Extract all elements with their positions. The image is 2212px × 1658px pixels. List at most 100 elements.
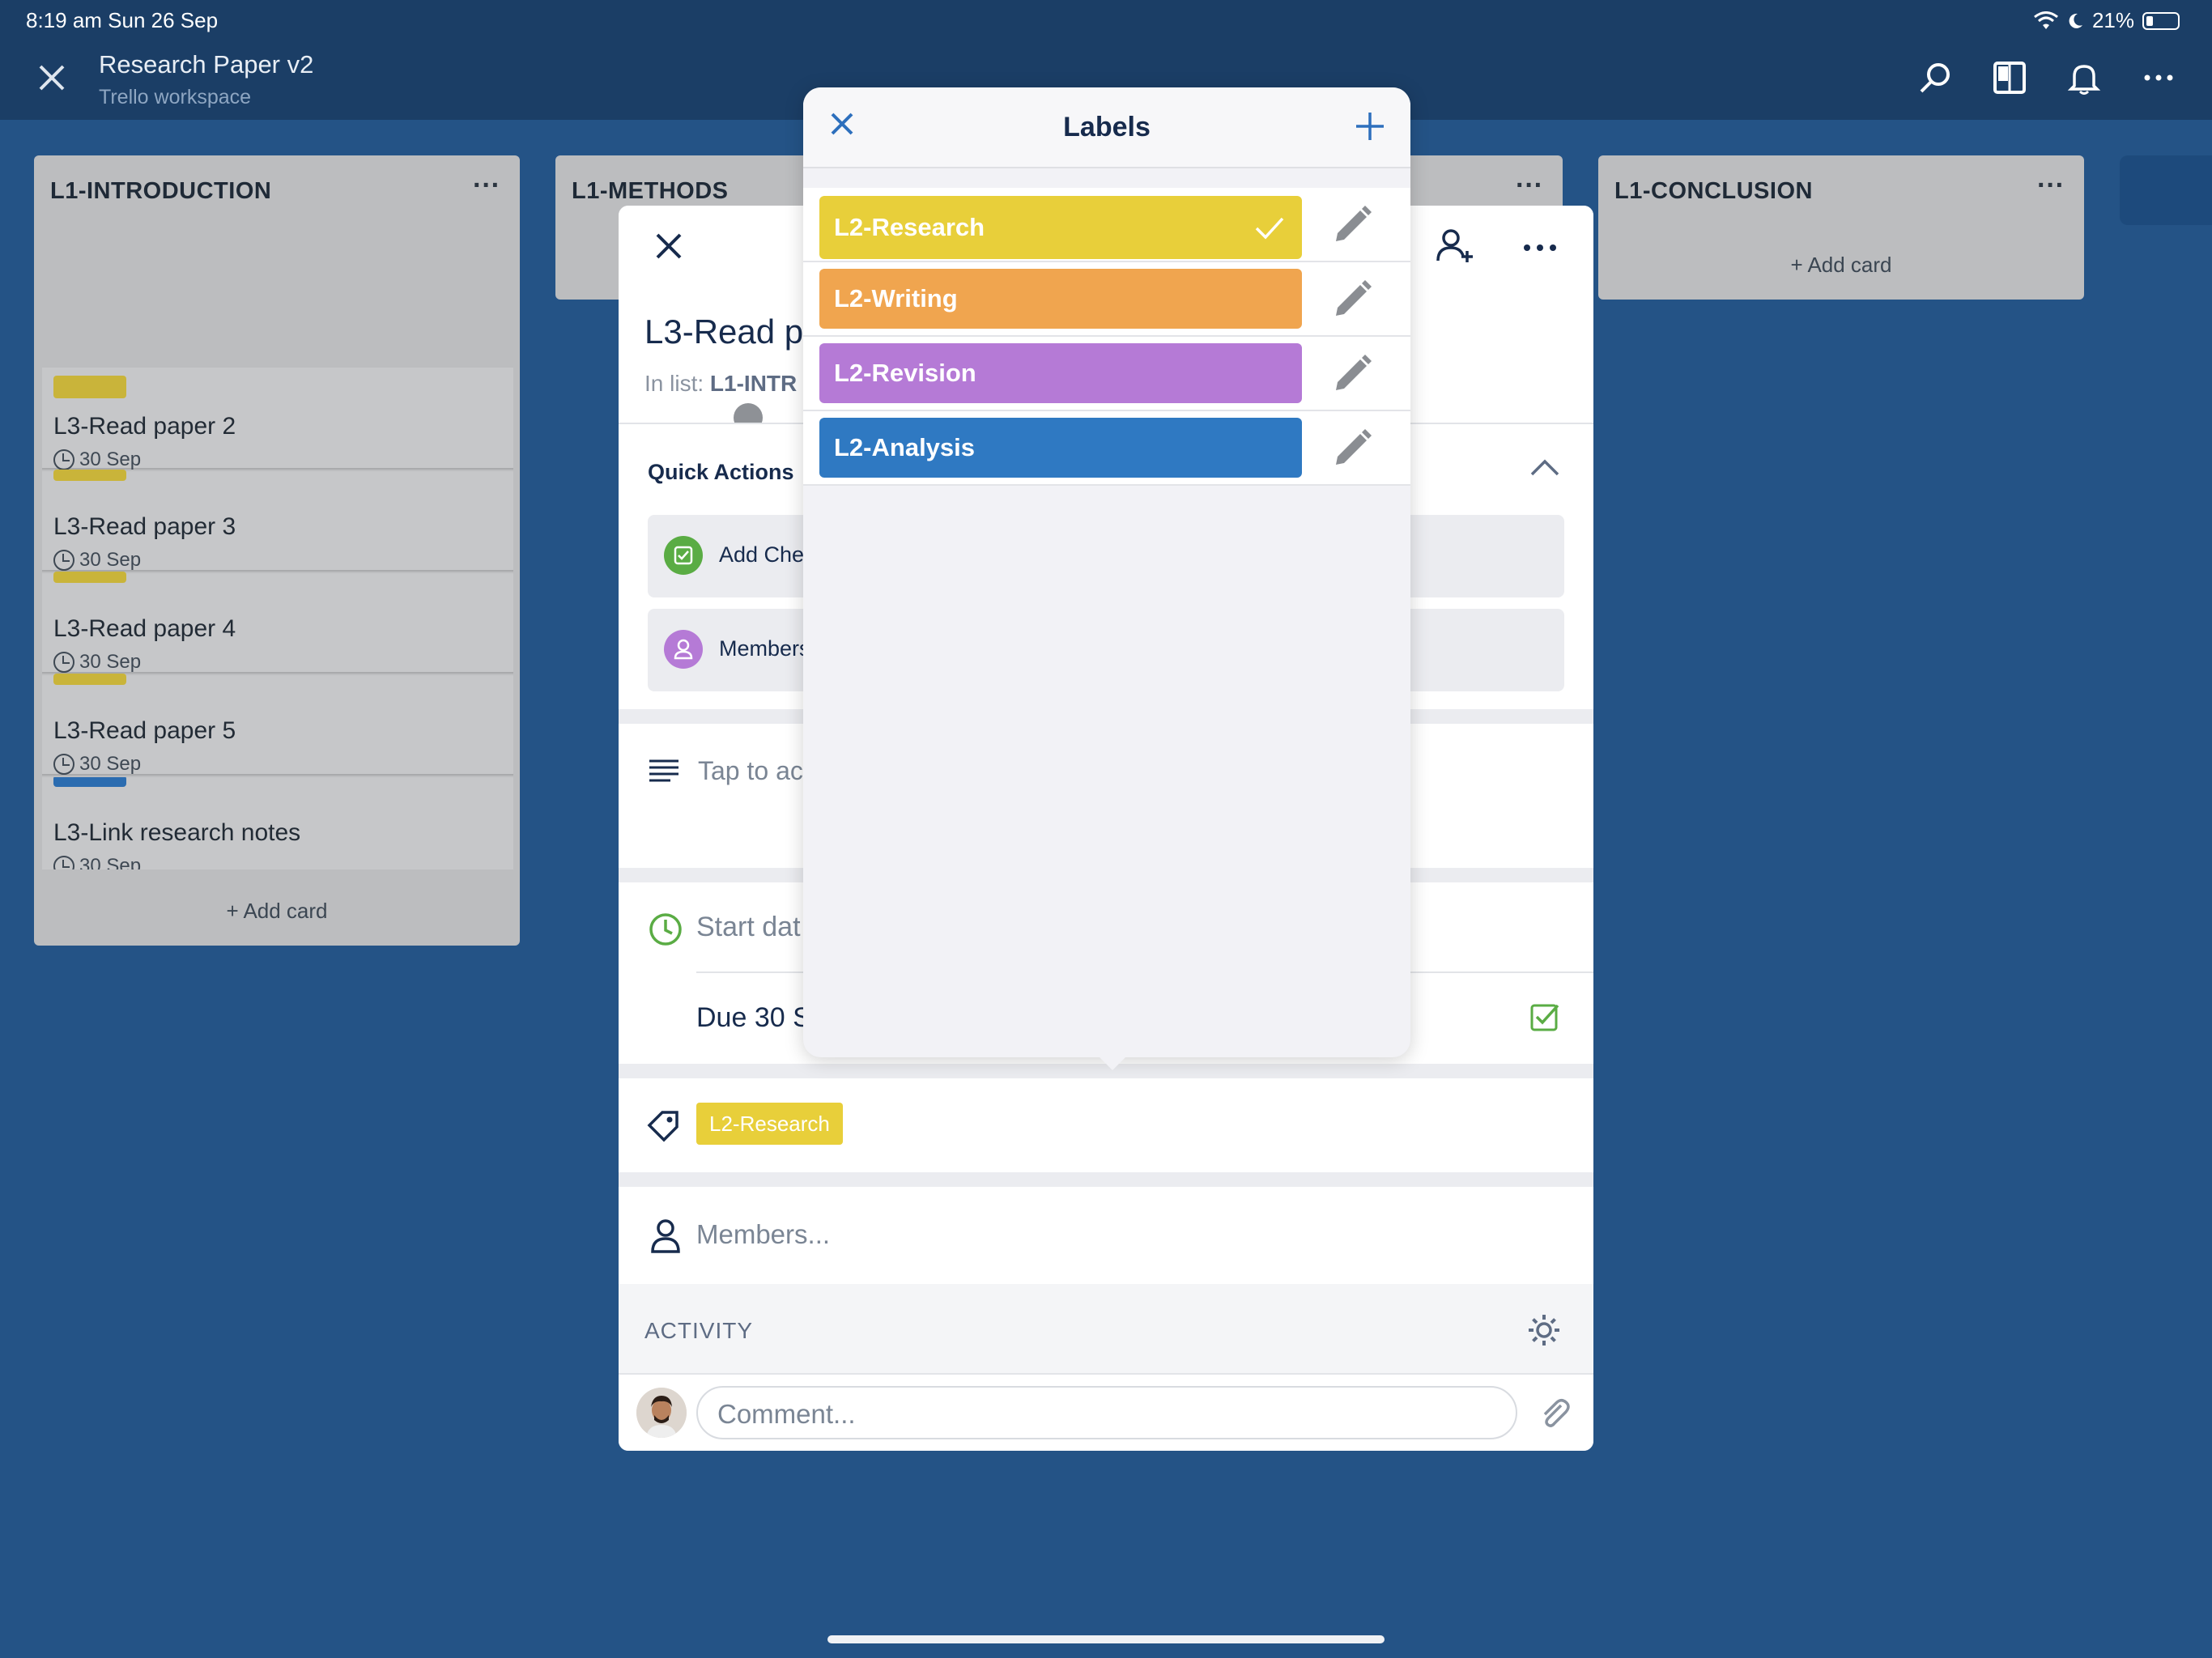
close-card-button[interactable] (654, 232, 690, 267)
card-title: L3-Read paper 3 (53, 513, 236, 540)
more-icon (2144, 74, 2173, 81)
close-board-button[interactable] (32, 62, 71, 100)
activity-settings-button[interactable] (1527, 1313, 1561, 1351)
list-menu-button[interactable]: ··· (2037, 170, 2065, 202)
pencil-icon (1336, 355, 1372, 390)
clock-icon (53, 550, 74, 571)
list-menu-button[interactable]: ··· (1516, 170, 1543, 202)
close-icon (39, 65, 65, 91)
comment-input[interactable]: Comment... (696, 1386, 1517, 1439)
clock-icon (53, 754, 74, 775)
gear-icon (1529, 1315, 1559, 1346)
avatar[interactable] (636, 1388, 687, 1438)
card-title: L3-Read paper 4 (53, 615, 236, 642)
label-row-writing[interactable]: L2-Writing (803, 262, 1410, 337)
in-list-prefix: In list: (644, 371, 704, 396)
pencil-icon (1336, 429, 1372, 465)
tag-icon (647, 1111, 678, 1142)
clock-icon (53, 652, 74, 673)
card-title[interactable]: L3-Read p (644, 312, 803, 351)
card-label-chip[interactable]: L2-Research (696, 1103, 843, 1145)
card-due: 30 Sep (53, 549, 141, 572)
list-conclusion: L1-CONCLUSION ··· + Add card (1598, 155, 2084, 300)
person-icon (651, 1219, 680, 1253)
collapse-quick-actions-button[interactable] (1529, 457, 1561, 482)
list-menu-button[interactable]: ··· (473, 170, 500, 202)
add-member-button[interactable] (1433, 225, 1475, 267)
card-label (53, 674, 126, 685)
label-row-revision[interactable]: L2-Revision (803, 337, 1410, 411)
add-card-button[interactable]: + Add card (34, 899, 520, 924)
battery-percent: 21% (2091, 8, 2134, 32)
edit-label-button[interactable] (1329, 202, 1375, 248)
moon-icon (2069, 13, 2082, 28)
label-chip[interactable]: L2-Writing (819, 269, 1302, 329)
search-button[interactable] (1914, 57, 1956, 99)
activity-header: ACTIVITY (619, 1284, 1593, 1373)
board-view-button[interactable] (1989, 57, 2031, 99)
label-chip[interactable]: L2-Analysis (819, 418, 1302, 478)
status-bar: 8:19 am Sun 26 Sep 21% (0, 0, 2212, 39)
start-date-field[interactable]: Start dat (696, 912, 801, 943)
comment-placeholder: Comment... (717, 1399, 856, 1429)
create-label-button[interactable] (1354, 105, 1386, 152)
card-menu-button[interactable] (1519, 230, 1561, 272)
card-due-date: 30 Sep (79, 549, 142, 571)
labels-gap (803, 168, 1410, 188)
plus-icon (1356, 113, 1384, 140)
card-read-paper-2[interactable]: L3-Read paper 2 30 Sep (42, 368, 513, 470)
card-due-date: 30 Sep (79, 753, 142, 775)
pencil-icon (1336, 280, 1372, 316)
members-placeholder: Members... (696, 1219, 831, 1249)
label-chip[interactable]: L2-Revision (819, 343, 1302, 403)
add-checklist-label: Add Che (719, 542, 805, 567)
quick-actions-title: Quick Actions (648, 460, 794, 484)
labels-section[interactable]: L2-Research (619, 1078, 1593, 1172)
attach-button[interactable] (1537, 1396, 1572, 1435)
clock-icon (649, 913, 682, 946)
label-name: L2-Revision (834, 359, 976, 387)
card-read-paper-4[interactable]: L3-Read paper 4 30 Sep (42, 572, 513, 674)
card-due: 30 Sep (53, 651, 141, 674)
board-title: Research Paper v2 (99, 50, 314, 79)
battery-icon (2142, 11, 2180, 30)
label-chip[interactable]: L2-Research (819, 196, 1302, 259)
edit-label-button[interactable] (1329, 277, 1375, 322)
clock-icon (53, 449, 74, 470)
add-card-button[interactable]: + Add card (1598, 253, 2084, 278)
label-row-research[interactable]: L2-Research (803, 188, 1410, 262)
checkbox-checked-icon (1530, 1004, 1559, 1031)
due-date-field[interactable]: Due 30 S (696, 1002, 811, 1034)
members-section[interactable]: Members... (619, 1187, 1593, 1284)
popover-arrow (1095, 1052, 1130, 1070)
edit-label-button[interactable] (1329, 351, 1375, 397)
checklist-icon (664, 536, 703, 575)
bell-icon (2067, 65, 2101, 95)
notifications-button[interactable] (2063, 57, 2105, 99)
description-icon (649, 759, 678, 782)
list-introduction: L1-INTRODUCTION ··· L3-Read paper 2 30 S… (34, 155, 520, 946)
close-icon (656, 233, 682, 259)
card-link-research-notes[interactable]: L3-Link research notes 30 Sep (42, 777, 513, 869)
status-time: 8:19 am Sun 26 Sep (26, 8, 219, 32)
home-indicator[interactable] (827, 1635, 1385, 1643)
members-action-label: Members (719, 636, 810, 661)
card-read-paper-3[interactable]: L3-Read paper 3 30 Sep (42, 470, 513, 572)
in-list-name[interactable]: L1-INTR (710, 371, 797, 396)
label-name: L2-Research (834, 213, 985, 241)
card-due-date: 30 Sep (79, 855, 142, 869)
more-icon (1524, 244, 1556, 251)
workspace-name: Trello workspace (99, 86, 252, 108)
board-view-icon (1993, 62, 2026, 94)
label-name: L2-Analysis (834, 433, 976, 461)
label-row-analysis[interactable]: L2-Analysis (803, 411, 1410, 486)
card-due-date: 30 Sep (79, 651, 142, 673)
list-title: L1-CONCLUSION (1614, 178, 1813, 204)
add-list-peek[interactable] (2120, 155, 2212, 225)
more-options-button[interactable] (2138, 57, 2180, 99)
card-read-paper-5[interactable]: L3-Read paper 5 30 Sep (42, 674, 513, 776)
edit-label-button[interactable] (1329, 426, 1375, 471)
card-label (53, 777, 126, 787)
due-complete-checkbox[interactable] (1529, 1001, 1561, 1037)
section-gap (619, 1172, 1593, 1187)
